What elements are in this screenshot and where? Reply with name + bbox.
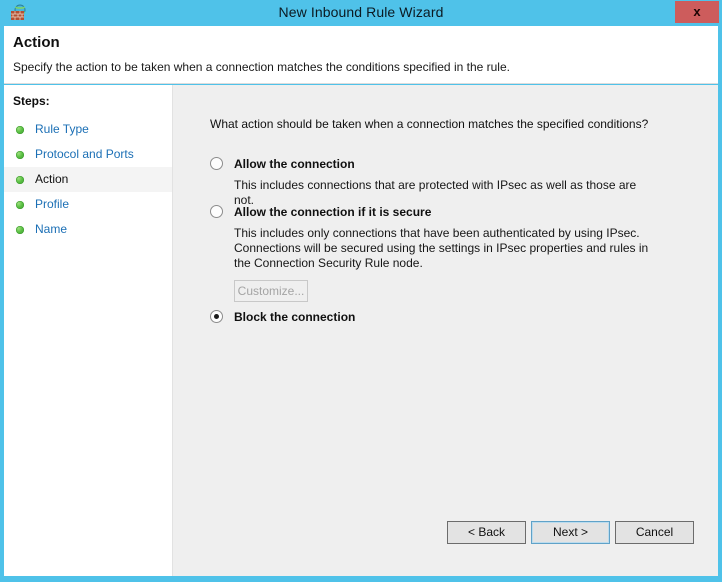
body-area: Steps: Rule Type Protocol and Ports Acti… — [4, 85, 718, 576]
sidebar-item-profile[interactable]: Profile — [4, 192, 172, 217]
next-button[interactable]: Next > — [531, 521, 610, 544]
question-text: What action should be taken when a conne… — [210, 117, 649, 131]
step-bullet-icon — [16, 226, 24, 234]
sidebar-item-label: Name — [35, 222, 68, 236]
sidebar-item-label: Profile — [35, 197, 70, 211]
sidebar-item-protocol-and-ports[interactable]: Protocol and Ports — [4, 142, 172, 167]
radio-icon — [210, 157, 223, 170]
option-label: Allow the connection if it is secure — [234, 205, 432, 219]
steps-label: Steps: — [13, 94, 50, 108]
wizard-window: New Inbound Rule Wizard x Action Specify… — [0, 0, 722, 582]
back-button[interactable]: < Back — [447, 521, 526, 544]
title-bar: New Inbound Rule Wizard x — [0, 0, 722, 26]
page-subtitle: Specify the action to be taken when a co… — [13, 60, 510, 74]
radio-allow-the-connection[interactable]: Allow the connection — [210, 157, 355, 171]
sidebar-item-label: Action — [35, 172, 69, 186]
customize-button[interactable]: Customize... — [234, 280, 308, 302]
option-block-the-connection: Block the connection — [210, 308, 355, 326]
sidebar-item-label: Rule Type — [35, 122, 89, 136]
step-bullet-icon — [16, 176, 24, 184]
radio-allow-the-connection-if-it-is-secure[interactable]: Allow the connection if it is secure — [210, 205, 431, 219]
radio-icon — [210, 205, 223, 218]
cancel-button[interactable]: Cancel — [615, 521, 694, 544]
radio-icon-selected — [210, 310, 223, 323]
dialog-footer: < Back Next > Cancel — [174, 510, 718, 576]
step-bullet-icon — [16, 201, 24, 209]
sidebar-item-label: Protocol and Ports — [35, 147, 134, 161]
sidebar-item-rule-type[interactable]: Rule Type — [4, 117, 172, 142]
window-title: New Inbound Rule Wizard — [278, 4, 444, 20]
steps-sidebar: Steps: Rule Type Protocol and Ports Acti… — [4, 85, 173, 576]
option-allow-if-secure: Allow the connection if it is secure Thi… — [210, 203, 654, 302]
step-bullet-icon — [16, 151, 24, 159]
option-allow-the-connection: Allow the connection This includes conne… — [210, 155, 654, 208]
sidebar-item-name[interactable]: Name — [4, 217, 172, 242]
content-pane: What action should be taken when a conne… — [174, 85, 718, 576]
radio-block-the-connection[interactable]: Block the connection — [210, 310, 355, 324]
close-icon[interactable]: x — [675, 1, 719, 23]
option-description: This includes only connections that have… — [234, 226, 649, 270]
page-title: Action — [13, 34, 60, 51]
page-header: Action Specify the action to be taken wh… — [4, 26, 718, 84]
step-bullet-icon — [16, 126, 24, 134]
option-label: Allow the connection — [234, 157, 355, 171]
option-label: Block the connection — [234, 310, 356, 324]
steps-list: Rule Type Protocol and Ports Action Prof… — [4, 117, 172, 242]
sidebar-item-action[interactable]: Action — [4, 167, 172, 192]
